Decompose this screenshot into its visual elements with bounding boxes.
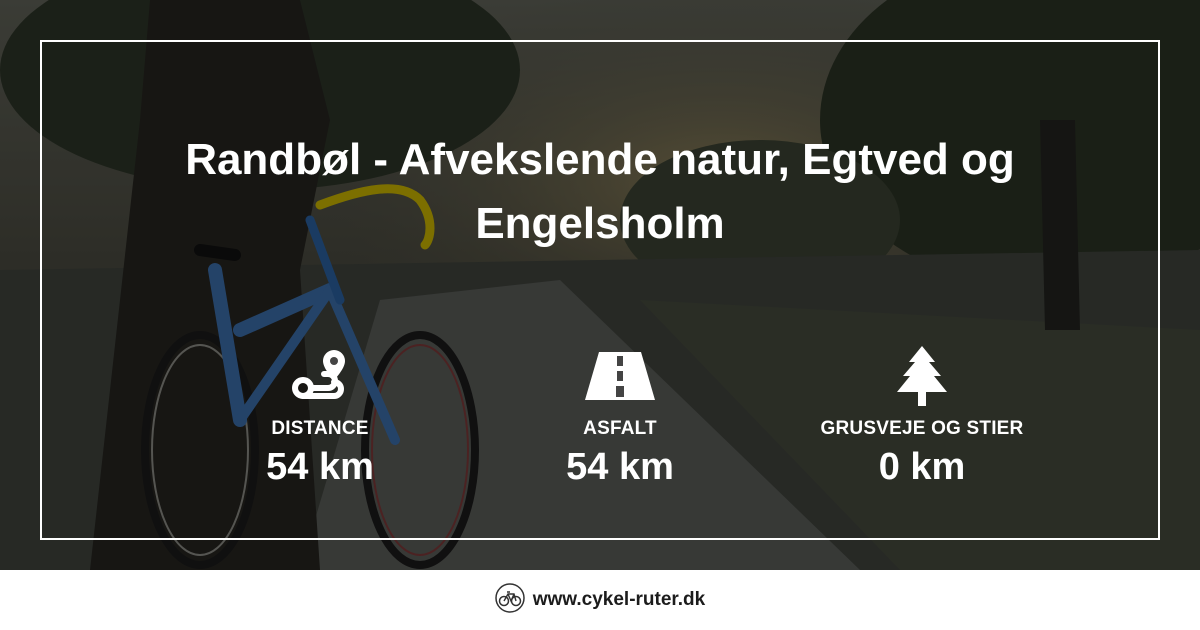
stat-asphalt-label: ASFALT bbox=[583, 418, 657, 439]
site-link[interactable]: www.cykel-ruter.dk bbox=[533, 589, 705, 611]
stat-gravel-label: GRUSVEJE OG STIER bbox=[820, 418, 1024, 439]
bicycle-logo-icon bbox=[495, 582, 525, 618]
route-title: Randbøl - Afvekslende natur, Egtved og E… bbox=[40, 128, 1160, 256]
route-icon bbox=[170, 344, 470, 408]
stat-asphalt-value: 54 km bbox=[566, 446, 674, 488]
stat-distance-label: DISTANCE bbox=[271, 418, 369, 439]
stat-asphalt: ASFALT 54 km bbox=[470, 344, 770, 489]
stat-gravel-value: 0 km bbox=[878, 446, 966, 488]
hero-banner: Randbøl - Afvekslende natur, Egtved og E… bbox=[0, 0, 1200, 570]
stat-distance-value: 54 km bbox=[266, 446, 374, 488]
tree-icon bbox=[772, 344, 1072, 408]
route-title-line-2: Engelsholm bbox=[475, 199, 725, 248]
stat-distance: DISTANCE 54 km bbox=[170, 344, 470, 489]
road-icon bbox=[470, 344, 770, 408]
footer: www.cykel-ruter.dk bbox=[0, 570, 1200, 630]
route-title-line-1: Randbøl - Afvekslende natur, Egtved og bbox=[185, 135, 1015, 184]
stat-gravel: GRUSVEJE OG STIER 0 km bbox=[772, 344, 1072, 489]
